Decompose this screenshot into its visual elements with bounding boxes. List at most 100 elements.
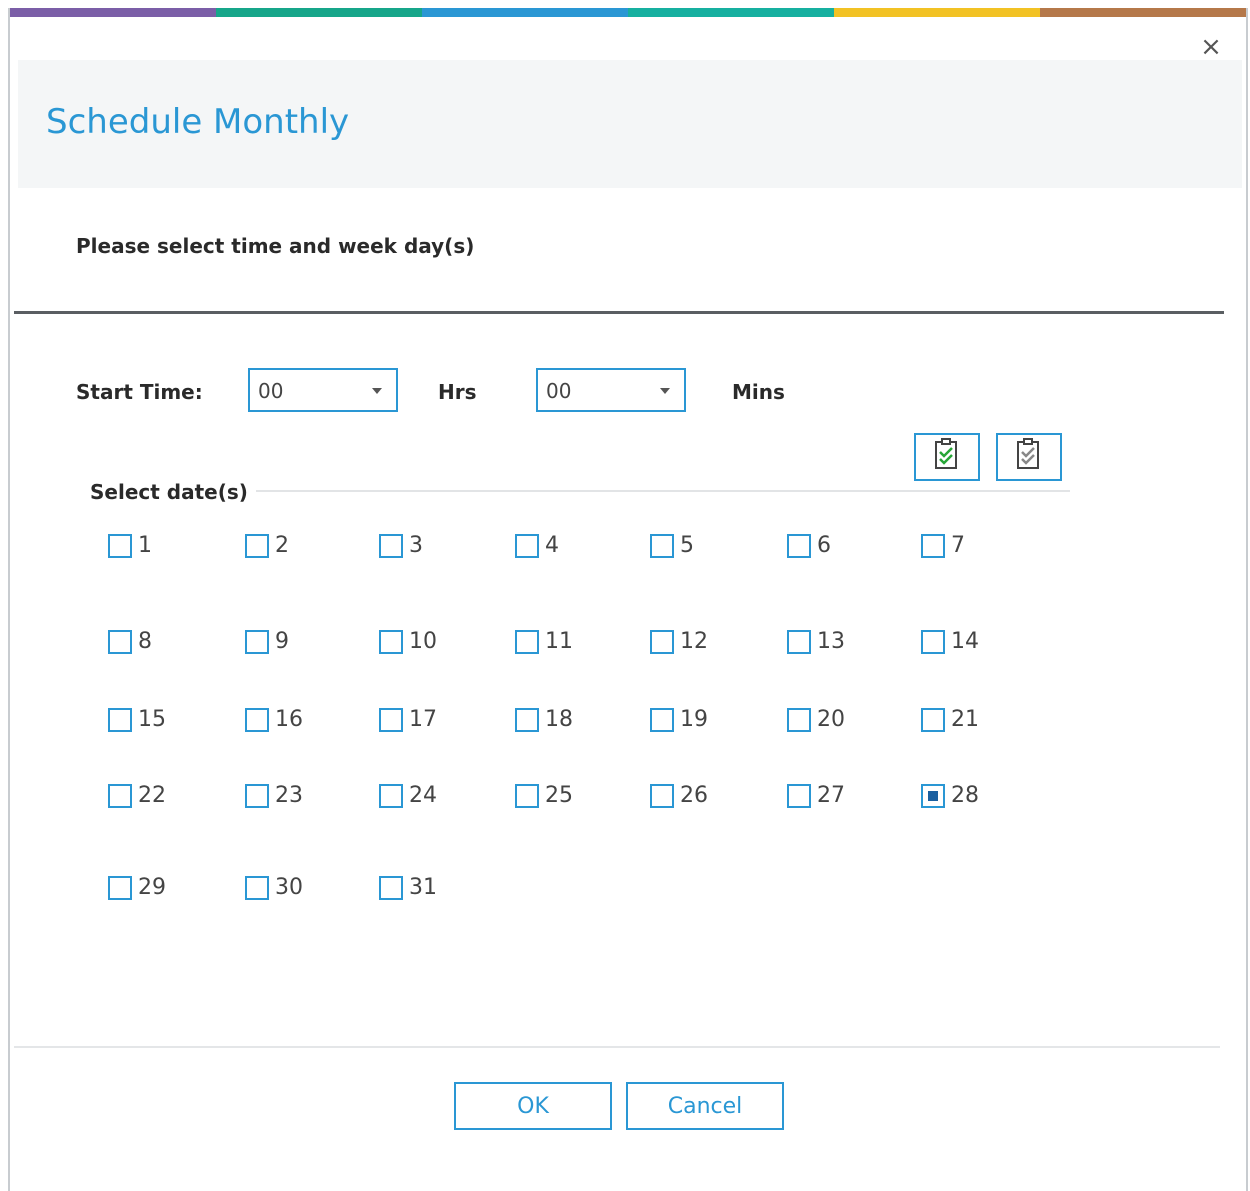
checkbox[interactable] xyxy=(515,629,539,654)
checkbox[interactable] xyxy=(650,533,674,558)
checkbox[interactable] xyxy=(515,783,539,808)
checkbox[interactable] xyxy=(108,629,132,654)
date-checkbox-8[interactable]: 8 xyxy=(108,629,152,654)
date-checkbox-18[interactable]: 18 xyxy=(515,707,573,732)
accent-segment xyxy=(216,8,422,17)
checkbox[interactable] xyxy=(921,707,945,732)
date-checkbox-12[interactable]: 12 xyxy=(650,629,708,654)
schedule-monthly-dialog: × Schedule Monthly Please select time an… xyxy=(8,8,1248,1191)
date-label: 23 xyxy=(275,783,303,808)
checkbox[interactable] xyxy=(108,783,132,808)
deselect-all-icon xyxy=(1014,438,1044,476)
date-checkbox-24[interactable]: 24 xyxy=(379,783,437,808)
chevron-down-icon xyxy=(372,388,382,394)
checkbox[interactable] xyxy=(787,533,811,558)
date-checkbox-13[interactable]: 13 xyxy=(787,629,845,654)
date-label: 27 xyxy=(817,783,845,808)
date-checkbox-14[interactable]: 14 xyxy=(921,629,979,654)
date-checkbox-23[interactable]: 23 xyxy=(245,783,303,808)
checkbox[interactable] xyxy=(650,707,674,732)
date-label: 22 xyxy=(138,783,166,808)
date-checkbox-29[interactable]: 29 xyxy=(108,875,166,900)
minutes-unit-label: Mins xyxy=(732,380,785,404)
date-label: 12 xyxy=(680,629,708,654)
date-checkbox-25[interactable]: 25 xyxy=(515,783,573,808)
date-label: 2 xyxy=(275,533,289,558)
date-label: 25 xyxy=(545,783,573,808)
date-checkbox-1[interactable]: 1 xyxy=(108,533,152,558)
date-label: 24 xyxy=(409,783,437,808)
date-checkbox-21[interactable]: 21 xyxy=(921,707,979,732)
checkbox[interactable] xyxy=(245,629,269,654)
date-checkbox-11[interactable]: 11 xyxy=(515,629,573,654)
ok-button[interactable]: OK xyxy=(454,1082,612,1130)
date-group-border xyxy=(250,490,1070,492)
checkbox[interactable] xyxy=(245,783,269,808)
close-icon: × xyxy=(1200,32,1222,62)
date-checkbox-22[interactable]: 22 xyxy=(108,783,166,808)
date-label: 13 xyxy=(817,629,845,654)
date-checkbox-17[interactable]: 17 xyxy=(379,707,437,732)
checkbox[interactable] xyxy=(921,783,945,808)
date-checkbox-4[interactable]: 4 xyxy=(515,533,559,558)
date-checkbox-10[interactable]: 10 xyxy=(379,629,437,654)
checkbox[interactable] xyxy=(379,707,403,732)
checkbox[interactable] xyxy=(515,533,539,558)
date-checkbox-31[interactable]: 31 xyxy=(379,875,437,900)
date-checkbox-7[interactable]: 7 xyxy=(921,533,965,558)
checkbox[interactable] xyxy=(379,875,403,900)
checkbox[interactable] xyxy=(921,533,945,558)
checkbox[interactable] xyxy=(108,875,132,900)
date-checkbox-20[interactable]: 20 xyxy=(787,707,845,732)
select-all-button[interactable] xyxy=(914,433,980,481)
date-label: 31 xyxy=(409,875,437,900)
checkbox[interactable] xyxy=(787,629,811,654)
hours-value: 00 xyxy=(258,379,284,403)
minutes-value: 00 xyxy=(546,379,572,403)
date-label: 26 xyxy=(680,783,708,808)
date-checkbox-26[interactable]: 26 xyxy=(650,783,708,808)
checkbox[interactable] xyxy=(379,533,403,558)
date-checkbox-15[interactable]: 15 xyxy=(108,707,166,732)
cancel-button[interactable]: Cancel xyxy=(626,1082,784,1130)
date-label: 11 xyxy=(545,629,573,654)
chevron-down-icon xyxy=(660,388,670,394)
date-checkbox-30[interactable]: 30 xyxy=(245,875,303,900)
checkbox[interactable] xyxy=(245,533,269,558)
checkbox[interactable] xyxy=(108,533,132,558)
select-all-icon xyxy=(932,438,962,476)
minutes-select[interactable]: 00 xyxy=(536,368,686,412)
date-checkbox-27[interactable]: 27 xyxy=(787,783,845,808)
date-label: 10 xyxy=(409,629,437,654)
accent-segment xyxy=(10,8,216,17)
checkbox[interactable] xyxy=(921,629,945,654)
date-label: 5 xyxy=(680,533,694,558)
checkbox[interactable] xyxy=(245,875,269,900)
checkbox[interactable] xyxy=(787,707,811,732)
date-checkbox-2[interactable]: 2 xyxy=(245,533,289,558)
date-checkbox-5[interactable]: 5 xyxy=(650,533,694,558)
date-label: 18 xyxy=(545,707,573,732)
checkbox[interactable] xyxy=(787,783,811,808)
date-label: 1 xyxy=(138,533,152,558)
deselect-all-button[interactable] xyxy=(996,433,1062,481)
close-button[interactable]: × xyxy=(1196,32,1226,62)
date-checkbox-9[interactable]: 9 xyxy=(245,629,289,654)
date-checkbox-3[interactable]: 3 xyxy=(379,533,423,558)
checkbox[interactable] xyxy=(650,629,674,654)
date-label: 20 xyxy=(817,707,845,732)
date-checkbox-28[interactable]: 28 xyxy=(921,783,979,808)
checkbox[interactable] xyxy=(515,707,539,732)
date-checkbox-16[interactable]: 16 xyxy=(245,707,303,732)
hours-select[interactable]: 00 xyxy=(248,368,398,412)
date-checkbox-6[interactable]: 6 xyxy=(787,533,831,558)
date-label: 9 xyxy=(275,629,289,654)
checkbox[interactable] xyxy=(379,629,403,654)
date-label: 15 xyxy=(138,707,166,732)
checkbox[interactable] xyxy=(379,783,403,808)
date-checkbox-19[interactable]: 19 xyxy=(650,707,708,732)
date-label: 3 xyxy=(409,533,423,558)
checkbox[interactable] xyxy=(108,707,132,732)
checkbox[interactable] xyxy=(245,707,269,732)
checkbox[interactable] xyxy=(650,783,674,808)
